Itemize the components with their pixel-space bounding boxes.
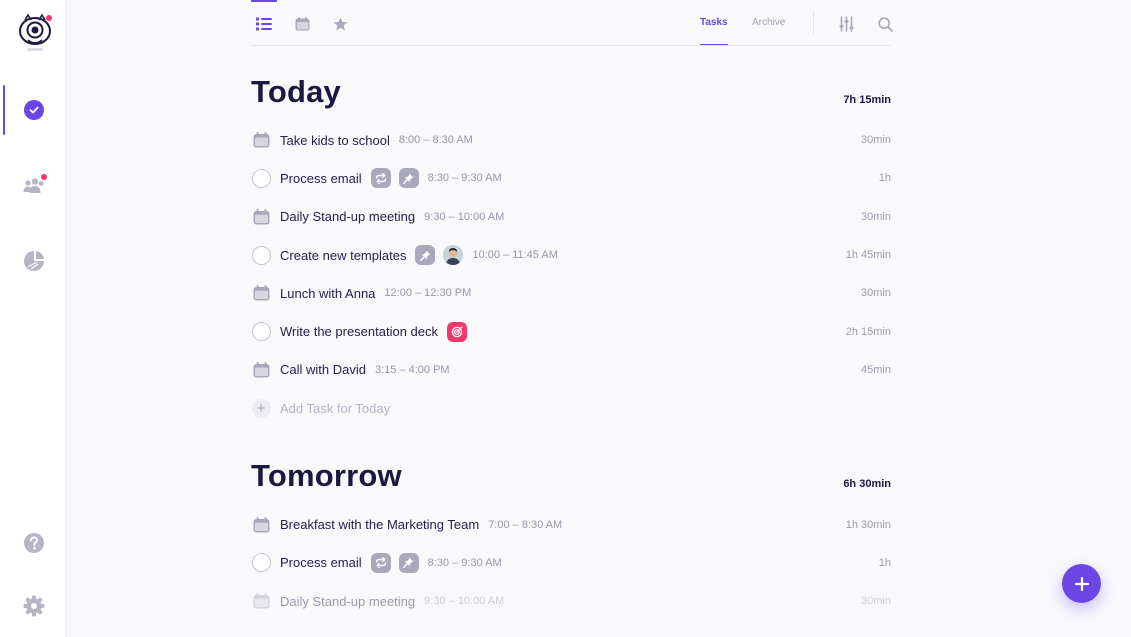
plus-icon (1074, 576, 1089, 591)
section-tomorrow: Tomorrow 6h 30min Breakfast with the Mar… (251, 458, 891, 620)
toolbar: Tasks Archive (251, 0, 893, 46)
task-row[interactable]: Call with David 3:15 – 4:00 PM 45min (251, 351, 891, 389)
pin-icon[interactable] (415, 245, 436, 266)
task-row[interactable]: Process email 8:30 – 9:30 AM 1h (251, 544, 891, 582)
task-time: 9:30 – 10:00 AM (424, 595, 505, 608)
pin-icon[interactable] (398, 552, 419, 573)
add-task-icon: + (251, 398, 271, 418)
tab-archive[interactable]: Archive (752, 17, 785, 28)
repeat-icon[interactable] (370, 168, 391, 189)
task-row[interactable]: Daily Stand-up meeting 9:30 – 10:00 AM 30m… (251, 198, 891, 236)
calendar-icon (251, 360, 271, 380)
task-time: 9:30 – 10:00 AM (424, 210, 505, 223)
task-time: 7:00 – 8:30 AM (488, 518, 563, 531)
section-title-tomorrow: Tomorrow (251, 458, 402, 494)
sidebar (0, 0, 67, 637)
settings-icon (23, 595, 45, 622)
task-duration: 1h (878, 172, 891, 185)
target-icon[interactable] (447, 321, 468, 342)
task-title[interactable]: Create new templates (280, 248, 406, 263)
checkbox-circle[interactable] (251, 168, 271, 188)
add-task-fab[interactable] (1062, 564, 1101, 603)
task-title[interactable]: Lunch with Anna (280, 286, 375, 301)
sidebar-item-help[interactable] (0, 520, 67, 570)
task-title[interactable]: Process email (280, 171, 362, 186)
help-icon (23, 532, 45, 559)
main-content: Tasks Archive Today 7h 15min Take kids t… (251, 0, 893, 620)
task-duration: 30min (861, 595, 891, 608)
task-duration: 2h 15min (845, 325, 891, 338)
task-title[interactable]: Take kids to school (280, 133, 390, 148)
task-duration: 1h (878, 556, 891, 569)
task-row[interactable]: Breakfast with the Marketing Team 7:00 – … (251, 505, 891, 543)
calendar-view-icon[interactable] (292, 14, 312, 34)
task-time: 8:30 – 9:30 AM (427, 172, 502, 185)
task-title[interactable]: Daily Stand-up meeting (280, 209, 415, 224)
star-view-icon[interactable] (330, 14, 350, 34)
add-task-row[interactable]: + Add Task for Today (251, 389, 891, 427)
checkbox-circle[interactable] (251, 553, 271, 573)
task-checkbox[interactable] (251, 553, 271, 573)
task-row[interactable]: Lunch with Anna 12:00 – 12:30 PM 30min (251, 274, 891, 312)
section-title-today: Today (251, 74, 341, 109)
sidebar-item-reports[interactable] (0, 238, 67, 288)
sidebar-item-settings[interactable] (0, 583, 67, 633)
task-duration: 30min (861, 210, 891, 223)
task-checkbox[interactable] (251, 168, 271, 188)
calendar-icon (251, 515, 271, 535)
pin-icon[interactable] (398, 168, 419, 189)
task-list-tomorrow: Breakfast with the Marketing Team 7:00 – … (251, 505, 891, 620)
task-checkbox[interactable] (251, 245, 271, 265)
task-row[interactable]: Daily Stand-up meeting 9:30 – 10:00 AM 30m… (251, 582, 891, 620)
toolbar-divider (813, 12, 814, 34)
calendar-icon (251, 207, 271, 227)
search-icon[interactable] (875, 14, 895, 34)
section-today: Today 7h 15min Take kids to school 8:00 –… (251, 74, 891, 427)
task-row[interactable]: Take kids to school 8:00 – 8:30 AM 30min (251, 121, 891, 159)
team-notification-badge (41, 174, 47, 180)
task-duration: 30min (861, 287, 891, 300)
task-list-today: Take kids to school 8:00 – 8:30 AM 30min Pr… (251, 121, 891, 389)
task-title[interactable]: Write the presentation deck (280, 324, 438, 339)
assignee-avatar[interactable] (443, 245, 464, 266)
sidebar-item-tasks[interactable] (0, 85, 67, 135)
task-time: 8:00 – 8:30 AM (398, 134, 473, 147)
calendar-icon (251, 591, 271, 611)
task-duration: 30min (861, 134, 891, 147)
list-view-icon[interactable] (254, 14, 274, 34)
task-time: 10:00 – 11:45 AM (472, 249, 558, 262)
calendar-icon (251, 283, 271, 303)
task-row[interactable]: Create new templates 10:00 – 11:45 AM 1h 4… (251, 236, 891, 274)
logo-shadow (27, 48, 43, 51)
pie-chart-icon (23, 250, 45, 277)
task-duration: 1h 45min (845, 249, 891, 262)
task-time: 12:00 – 12:30 PM (384, 287, 472, 300)
view-active-indicator (251, 0, 277, 2)
task-row[interactable]: Write the presentation deck 2h 15min (251, 312, 891, 350)
task-time: 3:15 – 4:00 PM (374, 363, 450, 376)
task-title[interactable]: Call with David (280, 362, 366, 377)
tab-tasks[interactable]: Tasks (700, 17, 728, 45)
check-circle-icon (23, 100, 44, 120)
task-time: 8:30 – 9:30 AM (427, 556, 502, 569)
task-title[interactable]: Process email (280, 555, 362, 570)
task-title[interactable]: Daily Stand-up meeting (280, 594, 415, 609)
calendar-icon (251, 130, 271, 150)
task-row[interactable]: Process email 8:30 – 9:30 AM 1h (251, 159, 891, 197)
logo-notification-dot (46, 15, 52, 21)
section-total-today: 7h 15min (843, 94, 891, 106)
task-duration: 1h 30min (845, 518, 891, 531)
checkbox-circle[interactable] (251, 322, 271, 342)
filter-sliders-icon[interactable] (836, 14, 856, 34)
sidebar-item-team[interactable] (0, 162, 67, 212)
section-total-tomorrow: 6h 30min (843, 478, 891, 491)
task-duration: 45min (861, 363, 891, 376)
task-title[interactable]: Breakfast with the Marketing Team (280, 517, 479, 532)
add-task-label[interactable]: Add Task for Today (280, 401, 390, 416)
task-checkbox[interactable] (251, 322, 271, 342)
repeat-icon[interactable] (370, 552, 391, 573)
checkbox-circle[interactable] (251, 245, 271, 265)
owl-logo-icon[interactable] (16, 12, 54, 52)
